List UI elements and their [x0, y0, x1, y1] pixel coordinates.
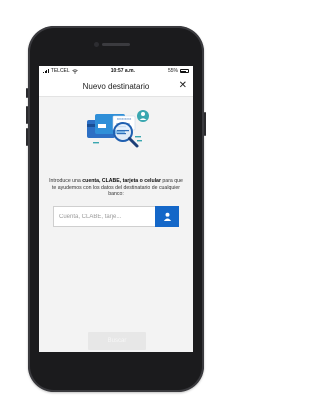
decorative-dash	[135, 136, 141, 138]
person-avatar-head	[141, 112, 145, 116]
search-button-label: Buscar	[107, 338, 127, 344]
person-icon	[163, 212, 171, 221]
battery-percent: 55%	[167, 68, 178, 74]
search-button[interactable]: Buscar	[88, 332, 146, 350]
card-chip	[98, 124, 106, 128]
magnifier-line	[117, 130, 129, 132]
status-bar: TELCEL 10:57 a.m. 55%	[39, 66, 193, 76]
decorative-dash	[93, 142, 99, 144]
phone-power-button	[204, 112, 206, 136]
phone-volume-down	[26, 128, 28, 146]
contacts-button[interactable]	[155, 206, 179, 227]
phone-bottom-bezel	[28, 352, 204, 392]
page-header: Nuevo destinatario ✕	[39, 76, 193, 97]
page-title: Nuevo destinatario	[82, 81, 150, 91]
decorative-dash	[137, 140, 142, 142]
signal-icon	[43, 69, 49, 73]
status-time: 10:57 a.m.	[110, 68, 135, 74]
card-id-text: XXXXXXXXX	[117, 118, 132, 121]
earpiece-speaker	[102, 43, 130, 46]
card-magnifier-illustration: XXXXXXXXX	[87, 110, 149, 148]
phone-volume-up	[26, 106, 28, 124]
account-search-input[interactable]	[53, 206, 155, 227]
phone-frame: TELCEL 10:57 a.m. 55% Nuevo destinatario…	[26, 26, 206, 392]
front-camera	[94, 42, 99, 47]
magnifier-handle	[128, 137, 139, 148]
instruction-highlight: cuenta, CLABE, tarjeta o celular	[82, 178, 161, 184]
battery-icon	[179, 69, 189, 73]
wifi-icon	[71, 69, 78, 74]
phone-side-button	[26, 88, 28, 98]
instruction-prefix: Introduce una	[49, 178, 81, 184]
app-screen: TELCEL 10:57 a.m. 55% Nuevo destinatario…	[39, 66, 193, 352]
instruction-text: Introduce una cuenta, CLABE, tarjeta o c…	[49, 178, 183, 198]
search-row	[53, 206, 179, 227]
carrier-label: TELCEL	[50, 68, 70, 74]
close-icon[interactable]: ✕	[179, 80, 187, 92]
magnifier-line	[117, 133, 126, 135]
